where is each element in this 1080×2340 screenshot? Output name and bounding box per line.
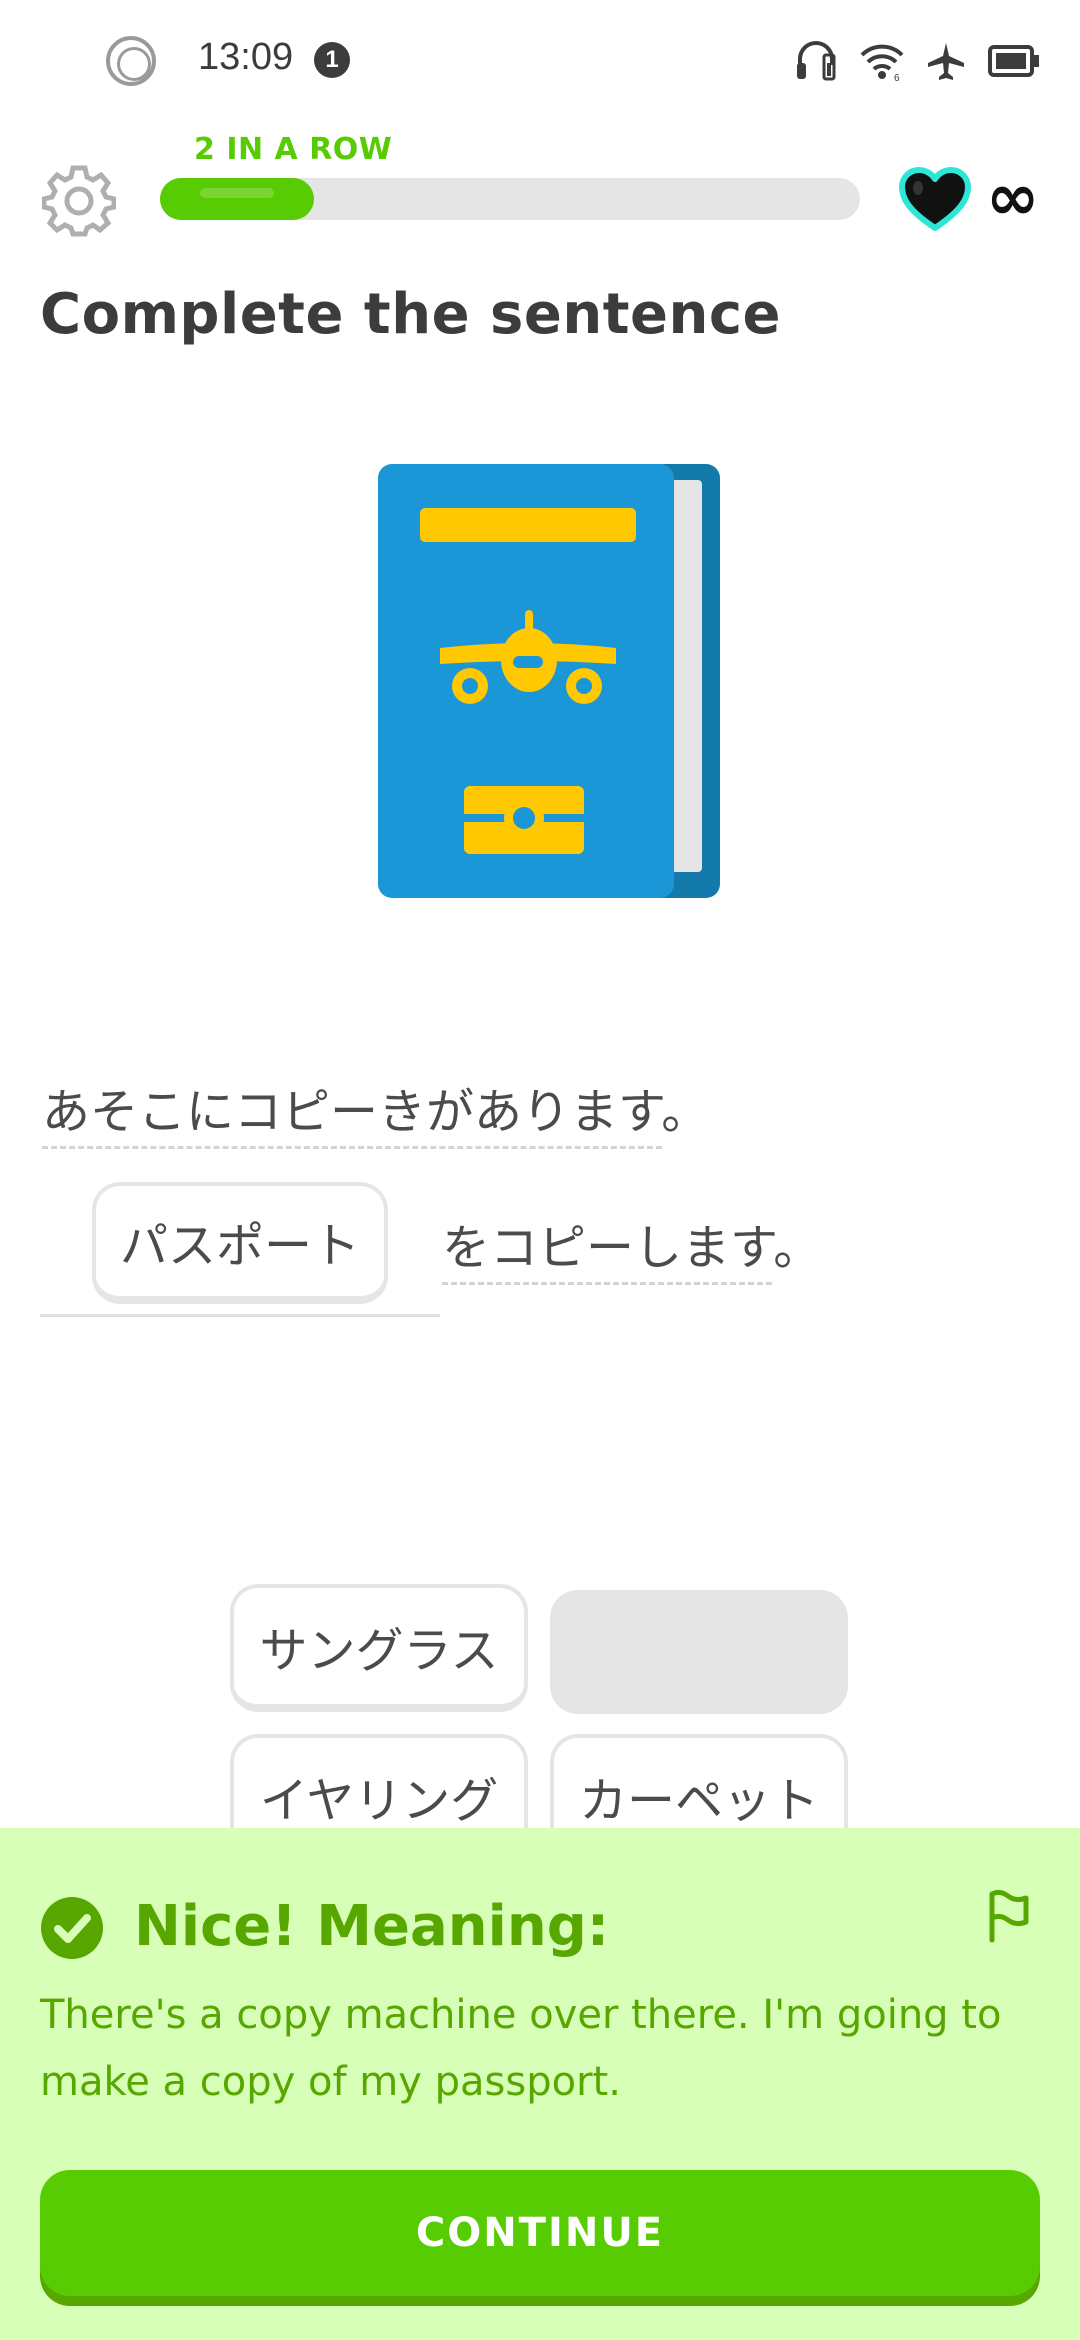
selected-answer-chip[interactable]: パスポート <box>92 1182 388 1304</box>
svg-text:6: 6 <box>894 73 900 81</box>
progress-shine <box>200 188 274 198</box>
settings-button[interactable] <box>41 164 117 238</box>
status-icons: 6 <box>794 36 1040 86</box>
hint-underline <box>442 1282 772 1285</box>
streak-label: 2 IN A ROW <box>194 132 393 167</box>
answer-slot-line <box>40 1314 440 1317</box>
circle-ring-icon <box>106 36 156 86</box>
word-bank-chip[interactable]: サングラス <box>230 1584 528 1712</box>
lesson-progress-bar <box>160 178 860 220</box>
status-time: 13:09 <box>198 36 294 78</box>
hearts-count: ∞ <box>986 161 1040 235</box>
check-circle-icon <box>40 1896 104 1960</box>
word-bank-empty-slot <box>550 1590 848 1714</box>
heart-icon <box>899 167 971 231</box>
battery-icon <box>988 45 1039 77</box>
status-bar: 13:09 1 6 <box>0 0 1080 120</box>
headset-icon <box>797 41 836 81</box>
progress-fill <box>160 178 314 220</box>
wifi-icon: 6 <box>860 44 904 81</box>
notification-badge: 1 <box>314 42 350 78</box>
airplane-mode-icon <box>928 43 964 80</box>
feedback-title: Nice! Meaning: <box>134 1894 610 1959</box>
hint-underline <box>42 1146 662 1149</box>
exercise-title: Complete the sentence <box>40 282 782 347</box>
sentence-line-2[interactable]: をコピーします。 <box>442 1208 821 1278</box>
hearts-button[interactable] <box>898 166 972 232</box>
continue-button[interactable]: CONTINUE <box>40 2170 1040 2296</box>
flag-icon[interactable] <box>984 1888 1034 1944</box>
gear-icon <box>41 165 117 237</box>
passport-illustration <box>376 460 722 900</box>
feedback-translation: There's a copy machine over there. I'm g… <box>40 1992 1002 2105</box>
sentence-line-1[interactable]: あそこにコピーきがあります。 <box>42 1072 709 1142</box>
